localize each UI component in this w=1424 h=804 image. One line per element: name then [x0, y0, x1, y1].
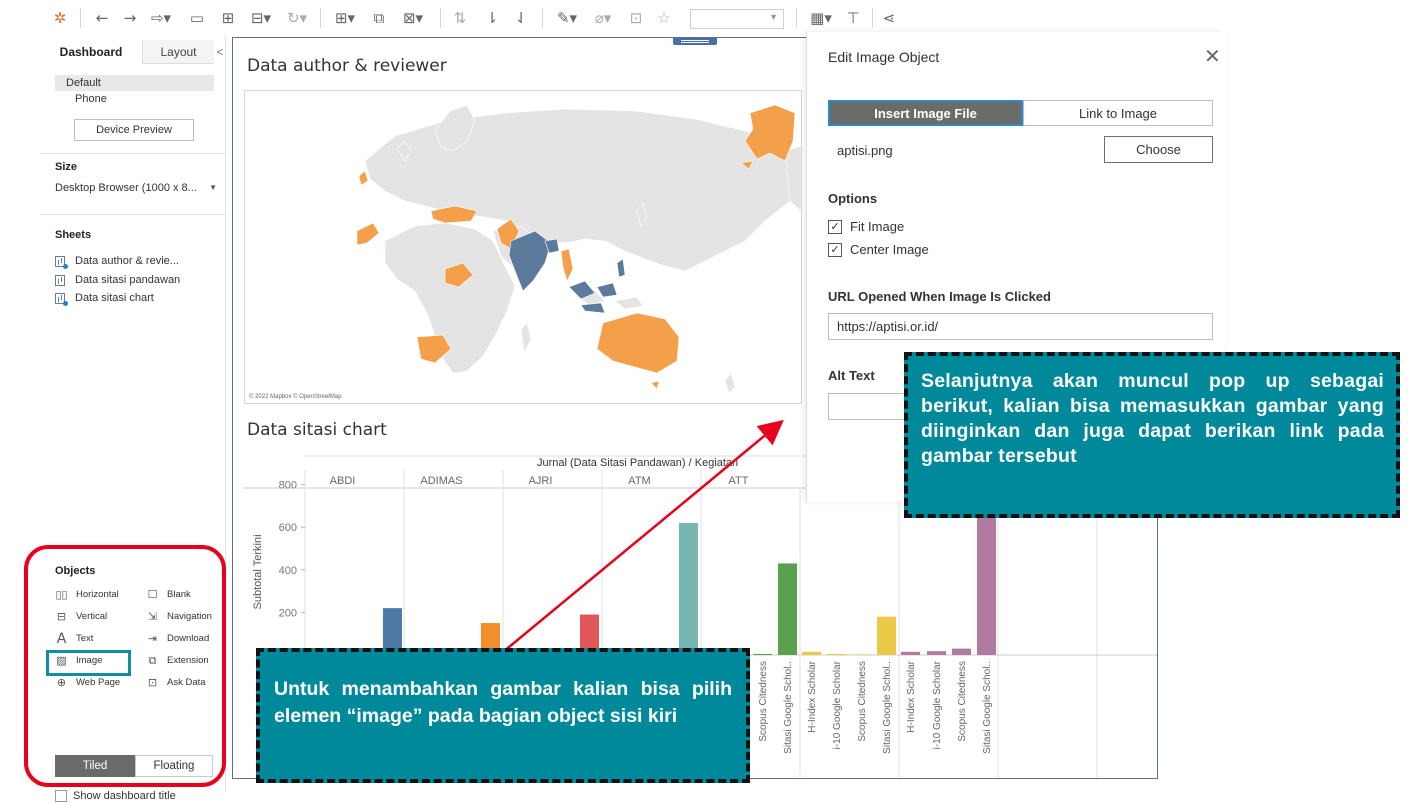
toolbar: ✲ ← → ⇨▾ ▭ ⊞ ⊟▾ ↻▾ ⊞▾ ⧉ ⊠▾ ⇅ ⇂ ⇃ ✎▾ ⌀▾ ⊡…	[0, 0, 1424, 36]
y-tick-label: 200	[279, 607, 297, 619]
device-default[interactable]: Default	[55, 75, 214, 91]
x-category-label: Sitasi Google Schol..	[783, 661, 794, 754]
tableau-dashboard-editor: ✲ ← → ⇨▾ ▭ ⊞ ⊟▾ ↻▾ ⊞▾ ⧉ ⊠▾ ⇅ ⇂ ⇃ ✎▾ ⌀▾ ⊡…	[0, 0, 1424, 804]
replay-icon[interactable]: ⇨▾	[146, 7, 176, 29]
bar	[778, 563, 797, 655]
url-input[interactable]: https://aptisi.or.id/	[828, 313, 1213, 340]
fit-select[interactable]: ▼	[690, 9, 784, 29]
sort-asc-icon[interactable]: ⇂	[482, 7, 502, 29]
bar	[827, 653, 846, 655]
sheet-item[interactable]: Data author & revie...	[55, 255, 179, 269]
callout-text: Selanjutnya akan muncul pop up sebagai b…	[921, 370, 1384, 467]
bar	[753, 653, 772, 655]
panel-label: ATM	[628, 475, 650, 487]
size-value: Desktop Browser (1000 x 8...	[55, 182, 197, 194]
x-category-label: Scopus Citedness	[957, 661, 968, 742]
show-cards-icon[interactable]: ▦▾	[806, 7, 836, 29]
close-icon[interactable]: ✕	[1204, 44, 1221, 68]
x-category-label: H-Index Scholar	[807, 660, 818, 732]
chevron-down-icon: ▼	[209, 183, 217, 192]
undo-icon[interactable]: ←	[92, 7, 112, 29]
x-category-label: i-10 Google Scholar	[832, 660, 843, 749]
x-category-label: Sitasi Google Schol..	[982, 661, 993, 754]
redo-icon[interactable]: →	[120, 7, 140, 29]
panel-label: ATT	[729, 475, 749, 487]
tab-layout[interactable]: Layout	[142, 40, 214, 64]
panel-label: ADIMAS	[420, 475, 462, 487]
sort-desc-icon[interactable]: ⇃	[511, 7, 531, 29]
checkbox-checked[interactable]: ✓	[828, 219, 842, 234]
bar	[802, 651, 821, 655]
sheet-label: Data sitasi pandawan	[75, 274, 181, 286]
pin-icon[interactable]: ☆	[654, 7, 674, 29]
panel-label: ABDI	[330, 475, 356, 487]
fit-image-option[interactable]: ✓ Fit Image	[828, 219, 904, 234]
bar	[927, 651, 946, 655]
y-axis-label: Subtotal Terkini	[252, 534, 264, 609]
link-to-image-tab[interactable]: Link to Image	[1023, 100, 1213, 126]
highlight-icon[interactable]: ✎▾	[552, 7, 582, 29]
sheets-heading: Sheets	[55, 229, 92, 241]
x-category-label: H-Index Scholar	[906, 660, 917, 732]
popup-explanation-callout: Selanjutnya akan muncul pop up sebagai b…	[904, 352, 1400, 518]
show-dashboard-title[interactable]: Show dashboard title	[55, 790, 176, 802]
bar	[901, 651, 920, 655]
y-tick-label: 400	[279, 565, 297, 577]
labels-icon[interactable]: ⊡	[626, 7, 646, 29]
tableau-logo-icon[interactable]: ✲	[50, 7, 70, 29]
duplicate-icon[interactable]: ⧉	[366, 7, 392, 29]
url-label: URL Opened When Image Is Clicked	[828, 289, 1051, 304]
panel-tabs: Dashboard Layout <	[40, 40, 226, 64]
worksheet-icon	[55, 274, 65, 286]
bar	[952, 648, 971, 655]
bar	[877, 616, 896, 655]
device-phone[interactable]: Phone	[75, 93, 107, 105]
y-tick-label: 600	[279, 522, 297, 534]
bar	[679, 522, 698, 655]
sheet-label: Data sitasi chart	[75, 292, 154, 304]
refresh-icon[interactable]: ↻▾	[282, 7, 312, 29]
group-icon[interactable]: ⌀▾	[588, 7, 618, 29]
y-tick-label: 800	[279, 480, 297, 492]
share-icon[interactable]: ⋖	[878, 7, 900, 29]
save-icon[interactable]: ▭	[187, 7, 207, 29]
size-select[interactable]: Desktop Browser (1000 x 8... ▼	[55, 182, 217, 194]
worksheet-icon	[55, 292, 68, 306]
chart-header-label: Jurnal (Data Sitasi Pandawan) / Kegiatan	[537, 457, 738, 469]
device-preview-button[interactable]: Device Preview	[74, 119, 194, 141]
file-name: aptisi.png	[837, 143, 893, 158]
collapse-panel-icon[interactable]: <	[214, 40, 226, 64]
x-category-label: Sitasi Google Schol..	[882, 661, 893, 754]
choose-button[interactable]: Choose	[1104, 136, 1213, 163]
x-category-label: i-10 Google Scholar	[932, 660, 943, 749]
center-image-option[interactable]: ✓ Center Image	[828, 242, 929, 257]
x-category-label: Scopus Citedness	[758, 661, 769, 742]
sheet-label: Data author & revie...	[75, 255, 179, 267]
insert-image-file-tab[interactable]: Insert Image File	[828, 100, 1023, 126]
options-label: Options	[828, 191, 878, 206]
presentation-icon[interactable]: ⊤	[842, 7, 864, 29]
dialog-title: Edit Image Object	[828, 49, 940, 65]
alt-text-label: Alt Text	[828, 368, 875, 383]
sheet-item[interactable]: Data sitasi chart	[55, 292, 154, 306]
callout-text: Untuk menambahkan gambar kalian bisa pil…	[274, 678, 732, 727]
checkbox-checked[interactable]: ✓	[828, 242, 842, 257]
chevron-down-icon: ▼	[769, 12, 778, 22]
x-category-label: Scopus Citedness	[857, 661, 868, 742]
tab-dashboard[interactable]: Dashboard	[40, 40, 142, 64]
swap-icon[interactable]: ⇅	[450, 7, 470, 29]
image-object-explanation-callout: Untuk menambahkan gambar kalian bisa pil…	[256, 648, 750, 783]
sheet-item[interactable]: Data sitasi pandawan	[55, 274, 180, 286]
panel-label: AJRI	[529, 475, 553, 487]
checkbox[interactable]	[55, 790, 67, 802]
worksheet-icon	[55, 255, 68, 269]
add-datasource-icon[interactable]: ⊞	[218, 7, 238, 29]
size-heading: Size	[55, 161, 78, 173]
clear-icon[interactable]: ⊠▾	[398, 7, 428, 29]
new-worksheet-icon[interactable]: ⊞▾	[330, 7, 360, 29]
pause-update-icon[interactable]: ⊟▾	[246, 7, 276, 29]
objects-highlight-outline	[24, 545, 226, 787]
bar	[852, 654, 871, 655]
